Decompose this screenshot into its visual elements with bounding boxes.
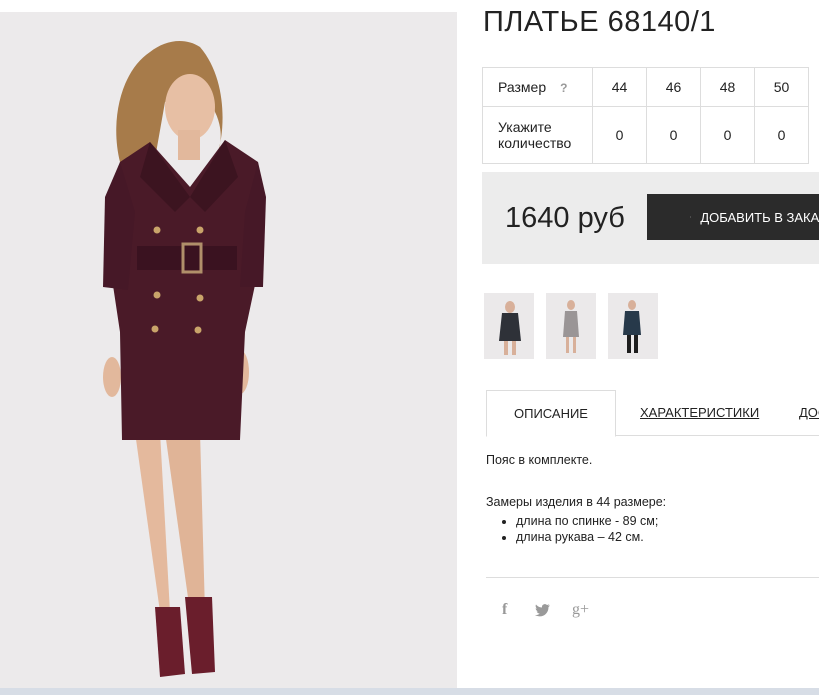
measurements-list: длина по спинке - 89 см; длина рукава – … [486, 513, 666, 545]
size-table: Размер? 44 46 48 50 Укажите количество 0… [482, 67, 809, 164]
thumbnail-2[interactable] [546, 293, 596, 359]
help-icon[interactable]: ? [560, 81, 567, 95]
description-content: Пояс в комплекте. Замеры изделия в 44 ра… [486, 453, 666, 545]
size-50: 50 [754, 67, 809, 107]
divider [486, 577, 819, 578]
quantity-row: Укажите количество 0 0 0 0 [482, 106, 809, 164]
size-48: 48 [700, 67, 755, 107]
qty-input-50[interactable]: 0 [754, 106, 809, 164]
qty-input-46[interactable]: 0 [646, 106, 701, 164]
bottom-bar [0, 688, 819, 695]
size-row: Размер? 44 46 48 50 [482, 67, 809, 107]
tab-description[interactable]: ОПИСАНИЕ [486, 390, 616, 437]
description-measurements-heading: Замеры изделия в 44 размере: [486, 495, 667, 509]
product-tabs: ОПИСАНИЕ ХАРАКТЕРИСТИКИ ДОСТАВКА [486, 390, 819, 437]
product-main-image[interactable] [0, 12, 457, 695]
add-to-order-label: ДОБАВИТЬ В ЗАКАЗ [700, 209, 819, 225]
twitter-icon[interactable] [535, 603, 551, 622]
google-plus-icon[interactable]: g+ [572, 601, 589, 619]
price-box: 1640 руб ДОБАВИТЬ В ЗАКАЗ [482, 172, 819, 264]
tab-delivery[interactable]: ДОСТАВКА [799, 390, 819, 434]
size-label: Размер [498, 79, 547, 95]
list-item: длина по спинке - 89 см; [516, 513, 666, 529]
price: 1640 руб [505, 202, 625, 234]
facebook-icon[interactable]: f [502, 601, 507, 619]
list-item: длина рукава – 42 см. [516, 529, 666, 545]
shopping-bag-icon [690, 216, 692, 218]
description-belt: Пояс в комплекте. [486, 453, 593, 467]
size-label-cell: Размер? [482, 67, 593, 107]
thumbnail-3[interactable] [608, 293, 658, 359]
size-44: 44 [592, 67, 647, 107]
thumbnail-1[interactable] [484, 293, 534, 359]
qty-input-48[interactable]: 0 [700, 106, 755, 164]
tab-specs[interactable]: ХАРАКТЕРИСТИКИ [640, 390, 759, 434]
product-title: ПЛАТЬЕ 68140/1 [483, 6, 716, 38]
size-46: 46 [646, 67, 701, 107]
qty-input-44[interactable]: 0 [592, 106, 647, 164]
add-to-order-button[interactable]: ДОБАВИТЬ В ЗАКАЗ [647, 194, 819, 240]
quantity-label: Укажите количество [482, 106, 593, 164]
